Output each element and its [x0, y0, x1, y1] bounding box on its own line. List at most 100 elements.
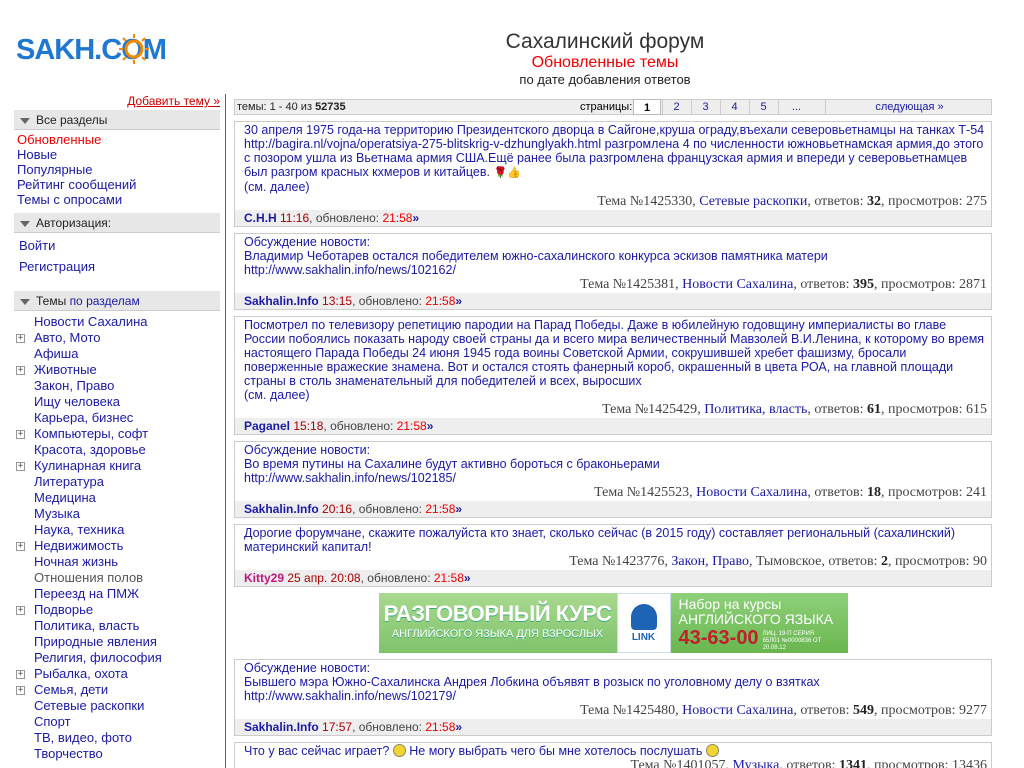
next-page-link[interactable]: следующая » — [825, 99, 993, 115]
category-link[interactable]: Животные — [34, 362, 97, 377]
advert-banner[interactable]: РАЗГОВОРНЫЙ КУРС АНГЛИЙСКОГО ЯЗЫКА ДЛЯ ВЗ… — [378, 593, 848, 653]
topic-section-link[interactable]: Закон, Право — [671, 554, 749, 569]
category-link[interactable]: Природные явления — [34, 634, 157, 649]
sections-header[interactable]: Все разделы — [14, 110, 220, 130]
topic-line[interactable]: Обсуждение новости: — [244, 443, 987, 457]
category-link[interactable]: Наука, техника — [34, 522, 124, 537]
category-link[interactable]: Недвижимость — [34, 538, 123, 553]
category-link[interactable]: Кулинарная книга — [34, 458, 141, 473]
topic-line[interactable]: Владимир Чеботарев остался победителем ю… — [244, 249, 987, 263]
category-link[interactable]: Музыка — [34, 506, 80, 521]
topic-author[interactable]: Sakhalin.Info — [244, 502, 319, 516]
expand-plus-icon[interactable]: + — [16, 334, 25, 343]
section-link[interactable]: Темы с опросами — [17, 192, 122, 207]
page-link[interactable]: 2 — [662, 99, 690, 115]
section-link[interactable]: Популярные — [17, 162, 92, 177]
topic-line[interactable]: http://bagira.nl/vojna/operatsiya-275-bl… — [244, 137, 983, 179]
topic-line[interactable]: Что у вас сейчас играет? — [244, 744, 389, 758]
page-link[interactable]: 5 — [749, 99, 777, 115]
expand-plus-icon[interactable]: + — [16, 686, 25, 695]
login-link[interactable]: Войти — [19, 238, 55, 253]
page-link[interactable]: 4 — [720, 99, 748, 115]
topic-author[interactable]: C.H.H — [244, 211, 277, 225]
category-link[interactable]: Подворье — [34, 602, 93, 617]
topic-section-link[interactable]: Новости Сахалина — [696, 485, 807, 500]
expand-plus-icon[interactable]: + — [16, 462, 25, 471]
topic-body[interactable]: Посмотрел по телевизору репетицию пароди… — [235, 317, 991, 402]
topic-line[interactable]: Обсуждение новости: — [244, 235, 987, 249]
categories-header[interactable]: Темы по разделам — [14, 291, 220, 311]
page-link[interactable]: 1 — [633, 99, 661, 115]
topic-body[interactable]: Обсуждение новости: Бывшего мэра Южно-Сах… — [235, 660, 991, 703]
category-link[interactable]: Литература — [34, 474, 104, 489]
expand-plus-icon[interactable]: + — [16, 542, 25, 551]
section-link[interactable]: Обновленные — [17, 132, 101, 147]
last-post-arrow[interactable]: » — [455, 720, 462, 734]
category-link[interactable]: Сетевые раскопки — [34, 698, 144, 713]
category-link[interactable]: Творчество — [34, 746, 103, 761]
category-link[interactable]: Авто, Мото — [34, 330, 101, 345]
category-link[interactable]: Переезд на ПМЖ — [34, 586, 139, 601]
topic-author[interactable]: Paganel — [244, 419, 290, 433]
topic-line[interactable]: http://www.sakhalin.info/news/102179/ — [244, 689, 987, 703]
category-link[interactable]: Афиша — [34, 346, 78, 361]
category-link[interactable]: Семья, дети — [34, 682, 108, 697]
category-link[interactable]: Закон, Право — [34, 378, 114, 393]
topic-body[interactable]: Что у вас сейчас играет? Не могу выбрать… — [235, 743, 991, 758]
category-link[interactable]: Спорт — [34, 714, 71, 729]
topic-line[interactable]: Обсуждение новости: — [244, 661, 987, 675]
category-link[interactable]: Карьера, бизнес — [34, 410, 133, 425]
topic-line[interactable]: http://www.sakhalin.info/news/102162/ — [244, 263, 987, 277]
categories-title-link[interactable]: по разделам — [70, 294, 140, 308]
category-link[interactable]: Красота, здоровье — [34, 442, 146, 457]
category-link[interactable]: Медицина — [34, 490, 96, 505]
topic-body[interactable]: 30 апреля 1975 года-на территорию Презид… — [235, 122, 991, 194]
category-link[interactable]: Ночная жизнь — [34, 554, 118, 569]
expand-plus-icon[interactable]: + — [16, 366, 25, 375]
topic-section-link[interactable]: Музыка — [733, 758, 780, 768]
register-link[interactable]: Регистрация — [19, 259, 95, 274]
topic-line[interactable]: Дорогие форумчане, скажите пожалуйста кт… — [244, 526, 987, 554]
last-post-arrow[interactable]: » — [455, 294, 462, 308]
category-link[interactable]: ТВ, видео, фото — [34, 730, 132, 745]
category-link[interactable]: Новости Сахалина — [34, 314, 148, 329]
category-link[interactable]: Рыбалка, охота — [34, 666, 128, 681]
topic-line[interactable]: Посмотрел по телевизору репетицию пароди… — [244, 318, 987, 388]
page-link[interactable]: 3 — [691, 99, 719, 115]
sakh-com-logo[interactable]: SAKH.COM — [16, 28, 176, 68]
expand-plus-icon[interactable]: + — [16, 606, 25, 615]
page-link[interactable]: ... — [778, 99, 814, 115]
topic-line[interactable]: Во время путины на Сахалине будут активн… — [244, 457, 987, 471]
category-link[interactable]: Отношения полов — [34, 570, 143, 585]
topic-author[interactable]: Kitty29 — [244, 571, 284, 585]
last-post-arrow[interactable]: » — [412, 211, 419, 225]
topic-body[interactable]: Обсуждение новости: Во время путины на Са… — [235, 442, 991, 485]
category-link[interactable]: Политика, власть — [34, 618, 139, 633]
section-link[interactable]: Новые — [17, 147, 57, 162]
category-link[interactable]: Компьютеры, софт — [34, 426, 148, 441]
section-link[interactable]: Рейтинг сообщений — [17, 177, 136, 192]
topic-author[interactable]: Sakhalin.Info — [244, 720, 319, 734]
add-topic-link[interactable]: Добавить тему » — [14, 94, 220, 110]
topic-body[interactable]: Дорогие форумчане, скажите пожалуйста кт… — [235, 525, 991, 554]
see-more-link[interactable]: (см. далее) — [244, 180, 987, 194]
topic-line[interactable]: 30 апреля 1975 года-на территорию Презид… — [244, 123, 987, 137]
topic-line[interactable]: http://www.sakhalin.info/news/102185/ — [244, 471, 987, 485]
expand-plus-icon[interactable]: + — [16, 670, 25, 679]
topic-body[interactable]: Обсуждение новости: Владимир Чеботарев ос… — [235, 234, 991, 277]
topic-section-link[interactable]: Сетевые раскопки — [699, 194, 807, 209]
topic-line[interactable]: Бывшего мэра Южно-Сахалинска Андрея Лобк… — [244, 675, 987, 689]
last-post-arrow[interactable]: » — [427, 419, 434, 433]
auth-header[interactable]: Авторизация: — [14, 213, 220, 233]
topic-section-link[interactable]: Новости Сахалина — [682, 277, 793, 292]
see-more-link[interactable]: (см. далее) — [244, 388, 987, 402]
category-link[interactable]: Религия, философия — [34, 650, 162, 665]
topic-section-link[interactable]: Политика, власть — [704, 402, 807, 417]
last-post-arrow[interactable]: » — [455, 502, 462, 516]
last-post-arrow[interactable]: » — [464, 571, 471, 585]
topic-section-link[interactable]: Новости Сахалина — [682, 703, 793, 718]
category-link[interactable]: Ищу человека — [34, 394, 120, 409]
topic-author[interactable]: Sakhalin.Info — [244, 294, 319, 308]
expand-plus-icon[interactable]: + — [16, 430, 25, 439]
topic-line[interactable]: Не могу выбрать чего бы мне хотелось пос… — [409, 744, 702, 758]
